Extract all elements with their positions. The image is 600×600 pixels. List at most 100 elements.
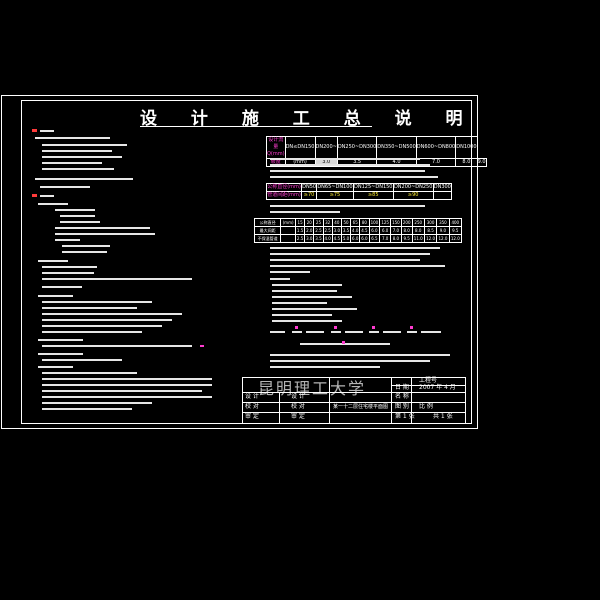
table-cell: 5.0 [340, 234, 352, 243]
note-line [270, 366, 380, 368]
table-cell: 不保温管道 [253, 234, 282, 243]
table-cell: 8.0 [390, 234, 402, 243]
note-line [55, 233, 155, 235]
note-line [55, 239, 80, 241]
table-cell: 6.0 [350, 234, 361, 243]
table-row: 管道间距(mm) ≥70 ≥75 ≥85 ≥90 [265, 191, 453, 200]
table-cell: DN65~DN100 [316, 183, 354, 192]
note-line [42, 325, 162, 327]
note-line [42, 278, 192, 280]
table-cell: 公称直径(mm) [265, 183, 303, 192]
table-cell: 8.5 [423, 226, 438, 235]
table-row: 设计流量Q(mm) DN≤DN150 DN200~ DN250~DN300 DN… [266, 136, 487, 159]
table-cell: DN600~DN800 [415, 136, 457, 159]
table-cell: 2.5 [294, 234, 306, 243]
note-line [60, 215, 95, 217]
table-cell: 65 [350, 218, 361, 227]
table-row: 公称直径 (mm) 15 20 25 32 40 50 65 80 100 12… [253, 218, 463, 227]
table-cell: 25 [313, 218, 324, 227]
note-line [300, 343, 390, 345]
table-cell [432, 191, 453, 200]
note-line [40, 186, 90, 188]
symbol-line [331, 331, 341, 333]
table-cell: DN300 [432, 183, 453, 192]
table-cell: 300 [423, 218, 438, 227]
table-cell: 50 [340, 218, 352, 227]
note-line [42, 384, 212, 386]
note-line [270, 265, 445, 267]
grid-line [279, 392, 280, 423]
note-line [42, 359, 122, 361]
table-cell: 250 [411, 218, 425, 227]
table-cell: DN200~ [314, 136, 338, 159]
note-line [38, 339, 83, 341]
note-line [270, 278, 290, 280]
note-mark [200, 345, 204, 347]
table-cell: 150 [390, 218, 402, 227]
table-cell: 4.0 [350, 226, 361, 235]
note-line [42, 372, 137, 374]
note-line [42, 319, 172, 321]
table-cell: 80 [359, 218, 370, 227]
note-line [272, 296, 352, 298]
note-line [62, 251, 107, 253]
note-line [38, 366, 73, 368]
note-line [40, 195, 54, 197]
note-line [272, 314, 332, 316]
note-line [35, 178, 133, 180]
table-cell: 11.0 [411, 234, 425, 243]
design-role: 设 计 [245, 393, 259, 400]
section-marker [32, 194, 37, 197]
grid-line [329, 378, 330, 423]
scale-label: 比 例 [419, 403, 433, 410]
note-line [42, 307, 137, 309]
note-line [42, 390, 202, 392]
table-cell: 2.5 [313, 226, 324, 235]
note-line [272, 302, 327, 304]
note-line [38, 203, 68, 205]
table-cell: 400 [448, 218, 463, 227]
table-cell: (mm) [280, 218, 296, 227]
check-signature: 校 对 [291, 403, 305, 410]
design-signature: 设 计 [291, 393, 305, 400]
table-cell: 6.5 [368, 234, 381, 243]
table-cell: 最大间距 [253, 226, 282, 235]
table-cell: 20 [304, 218, 315, 227]
table-cell: 3.0 [331, 226, 342, 235]
table-cell: DN125~DN150 [352, 183, 394, 192]
note-line [38, 353, 83, 355]
note-line [270, 164, 430, 166]
note-line [306, 331, 324, 333]
note-line [42, 378, 212, 380]
note-line [270, 271, 310, 273]
symbol-line [369, 331, 379, 333]
table-cell: 7.0 [379, 234, 392, 243]
note-line [42, 313, 182, 315]
name-label: 名 称 [395, 393, 409, 400]
symbol-mark [410, 326, 413, 329]
title-block: 工程号 日 期 2007 年 4 月 设 计 设 计 名 称 校 对 校 对 某… [242, 377, 466, 424]
table-cell: 6.0 [379, 226, 392, 235]
note-line [272, 284, 342, 286]
drawing-name: 某一十二层住宅楼平面图 [333, 404, 389, 410]
note-line [383, 331, 401, 333]
note-line [55, 227, 150, 229]
sheet-number: 第 1 张 [395, 413, 415, 420]
table-cell: 2.5 [322, 226, 333, 235]
table-cell: 12.0 [448, 234, 463, 243]
note-line [42, 396, 212, 398]
grid-line [243, 392, 465, 393]
note-line [42, 286, 82, 288]
table-cell: 3.5 [313, 234, 324, 243]
support-spacing-table: 公称直径 (mm) 15 20 25 32 40 50 65 80 100 12… [253, 218, 463, 243]
table-row: 公称直径(mm) DN50 DN65~DN100 DN125~DN150 DN2… [265, 183, 453, 192]
table-cell: ≥75 [316, 191, 354, 200]
table-row: 最大间距 1.5 2.0 2.5 2.5 3.0 3.5 4.0 4.5 6.0… [253, 226, 463, 235]
note-line [42, 144, 127, 146]
table-cell: 3.0 [304, 234, 315, 243]
note-line [42, 345, 192, 347]
approve-role: 审 定 [245, 413, 259, 420]
pipe-spacing-table: 公称直径(mm) DN50 DN65~DN100 DN125~DN150 DN2… [265, 183, 453, 200]
note-line [42, 156, 122, 158]
table-cell: 8.0 [411, 226, 425, 235]
